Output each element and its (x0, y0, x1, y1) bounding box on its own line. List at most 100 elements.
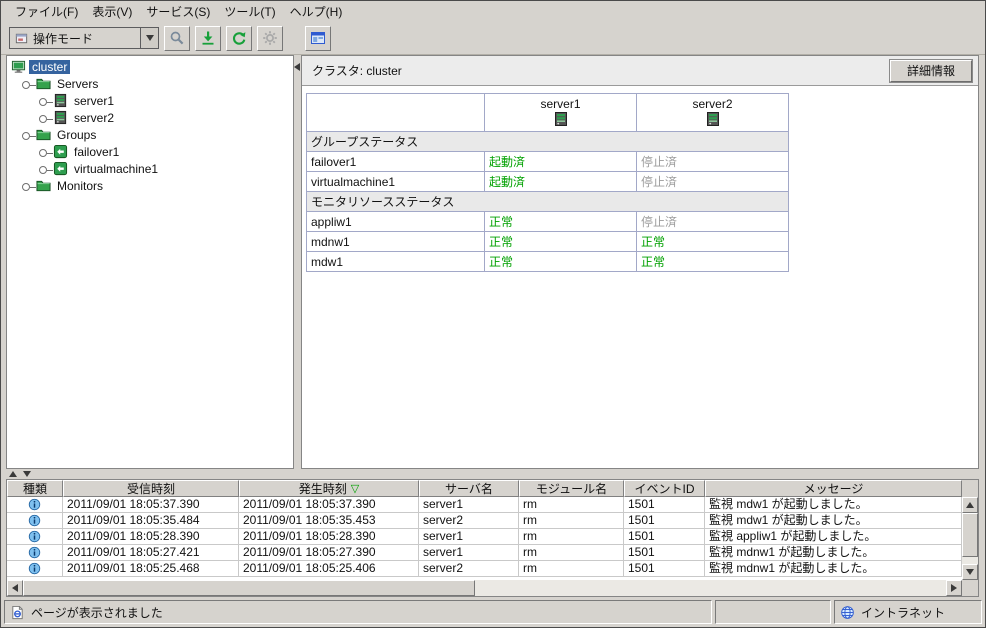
status-cell: 正常 (637, 252, 789, 272)
horizontal-scrollbar-thumb[interactable] (23, 580, 475, 596)
scroll-right-button[interactable] (946, 580, 962, 596)
log-horizontal-scrollbar[interactable] (7, 580, 978, 596)
tree-node-label: cluster (29, 60, 70, 74)
vertical-scrollbar-track[interactable] (962, 557, 978, 564)
log-cell-occurred: 2011/09/01 18:05:37.390 (239, 497, 419, 513)
tree-toggle[interactable] (39, 113, 53, 123)
resource-name: mdw1 (307, 252, 485, 272)
log-cell-message: 監視 appliw1 が起動しました。 (705, 529, 962, 545)
tree-node-server2[interactable]: server2 (7, 109, 293, 126)
search-button[interactable] (164, 26, 190, 51)
resource-name: virtualmachine1 (307, 172, 485, 192)
reload-button[interactable] (226, 26, 252, 51)
log-cell-occurred: 2011/09/01 18:05:27.390 (239, 545, 419, 561)
options-button[interactable] (257, 26, 283, 51)
detail-info-button[interactable]: 詳細情報 (890, 60, 972, 82)
detail-panel-header: クラスタ: cluster 詳細情報 (302, 56, 978, 86)
scroll-left-button[interactable] (7, 580, 23, 596)
log-cell-event-id: 1501 (624, 513, 705, 529)
menu-bar: ファイル(F) 表示(V) サービス(S) ツール(T) ヘルプ(H) (1, 1, 985, 22)
status-cell: 正常 (485, 232, 637, 252)
status-cell: 停止済 (637, 152, 789, 172)
log-table-body: 2011/09/01 18:05:37.390 2011/09/01 18:05… (7, 497, 978, 580)
log-cell-occurred: 2011/09/01 18:05:35.453 (239, 513, 419, 529)
log-cell-received: 2011/09/01 18:05:37.390 (63, 497, 239, 513)
tree-toggle[interactable] (22, 130, 36, 140)
log-col-event-id[interactable]: イベントID (624, 480, 705, 497)
ie-page-icon (10, 605, 25, 620)
log-cell-module: rm (519, 561, 624, 577)
operation-mode-icon (14, 31, 29, 46)
menu-help[interactable]: ヘルプ(H) (284, 1, 349, 22)
log-col-received[interactable]: 受信時刻 (63, 480, 239, 497)
log-col-type[interactable]: 種類 (7, 480, 63, 497)
menu-tool[interactable]: ツール(T) (218, 1, 281, 22)
scroll-up-button[interactable] (962, 497, 978, 513)
tree-toggle[interactable] (39, 147, 53, 157)
log-row[interactable]: 2011/09/01 18:05:37.390 2011/09/01 18:05… (7, 497, 962, 513)
log-cell-received: 2011/09/01 18:05:35.484 (63, 513, 239, 529)
splitter-collapse-left[interactable] (294, 63, 300, 71)
section-title: モニタリソースステータス (307, 192, 789, 212)
horizontal-scrollbar-track[interactable] (475, 580, 946, 596)
log-row[interactable]: 2011/09/01 18:05:25.468 2011/09/01 18:05… (7, 561, 962, 577)
log-cell-type (7, 529, 63, 545)
tree-toggle[interactable] (22, 181, 36, 191)
security-zone-cell: イントラネット (834, 600, 982, 624)
splitter-collapse-up[interactable] (9, 471, 17, 477)
menu-view[interactable]: 表示(V) (86, 1, 138, 22)
server-icon (53, 110, 68, 125)
tree-toggle[interactable] (39, 96, 53, 106)
log-cell-module: rm (519, 545, 624, 561)
collect-logs-button[interactable] (195, 26, 221, 51)
info-icon (28, 562, 41, 575)
log-cell-message: 監視 mdnw1 が起動しました。 (705, 561, 962, 577)
integrated-manager-button[interactable] (305, 26, 331, 51)
log-cell-event-id: 1501 (624, 561, 705, 577)
detail-panel: クラスタ: cluster 詳細情報 server1 server2 (301, 55, 979, 469)
tree-node-cluster[interactable]: cluster (7, 58, 293, 75)
log-row[interactable]: 2011/09/01 18:05:27.421 2011/09/01 18:05… (7, 545, 962, 561)
scroll-down-button[interactable] (962, 564, 978, 580)
log-col-occurred[interactable]: 発生時刻 ▽ (239, 480, 419, 497)
vertical-splitter[interactable] (294, 55, 301, 469)
status-empty-cell (715, 600, 831, 624)
horizontal-splitter[interactable] (1, 469, 985, 479)
tree-node-label: Monitors (54, 179, 106, 193)
tree-node-failover1[interactable]: failover1 (7, 143, 293, 160)
tree-node-groups[interactable]: Groups (7, 126, 293, 143)
log-col-server[interactable]: サーバ名 (419, 480, 519, 497)
menu-service[interactable]: サービス(S) (140, 1, 216, 22)
server-column-label: server2 (641, 97, 784, 111)
status-row-mdw1: mdw1 正常 正常 (307, 252, 789, 272)
tree-node-monitors[interactable]: Monitors (7, 177, 293, 194)
splitter-collapse-down[interactable] (23, 471, 31, 477)
log-row[interactable]: 2011/09/01 18:05:35.484 2011/09/01 18:05… (7, 513, 962, 529)
status-cell: 停止済 (637, 172, 789, 192)
log-row[interactable]: 2011/09/01 18:05:28.390 2011/09/01 18:05… (7, 529, 962, 545)
log-cell-occurred: 2011/09/01 18:05:25.406 (239, 561, 419, 577)
section-title: グループステータス (307, 132, 789, 152)
status-table-header-row: server1 server2 (307, 94, 789, 132)
status-message-cell: ページが表示されました (4, 600, 712, 624)
detail-panel-body: server1 server2 グループステータス failover1 起 (302, 86, 978, 468)
combo-dropdown-arrow[interactable] (140, 28, 158, 48)
menu-file[interactable]: ファイル(F) (9, 1, 84, 22)
tree-node-server1[interactable]: server1 (7, 92, 293, 109)
log-vertical-scrollbar[interactable] (962, 497, 978, 580)
tree-toggle[interactable] (22, 79, 36, 89)
tree-node-virtualmachine1[interactable]: virtualmachine1 (7, 160, 293, 177)
log-col-module[interactable]: モジュール名 (519, 480, 624, 497)
operation-mode-value: 操作モード (33, 30, 140, 47)
log-col-message[interactable]: メッセージ (705, 480, 962, 497)
tree-node-servers[interactable]: Servers (7, 75, 293, 92)
resource-name: appliw1 (307, 212, 485, 232)
event-log-panel: 種類 受信時刻 発生時刻 ▽ サーバ名 モジュール名 イベントID メッセージ … (6, 479, 979, 597)
log-cell-server: server1 (419, 497, 519, 513)
operation-mode-select[interactable]: 操作モード (9, 27, 159, 49)
cluster-icon (11, 59, 26, 74)
vertical-scrollbar-thumb[interactable] (962, 513, 978, 557)
tree-toggle[interactable] (39, 164, 53, 174)
info-icon (28, 514, 41, 527)
log-cell-event-id: 1501 (624, 529, 705, 545)
